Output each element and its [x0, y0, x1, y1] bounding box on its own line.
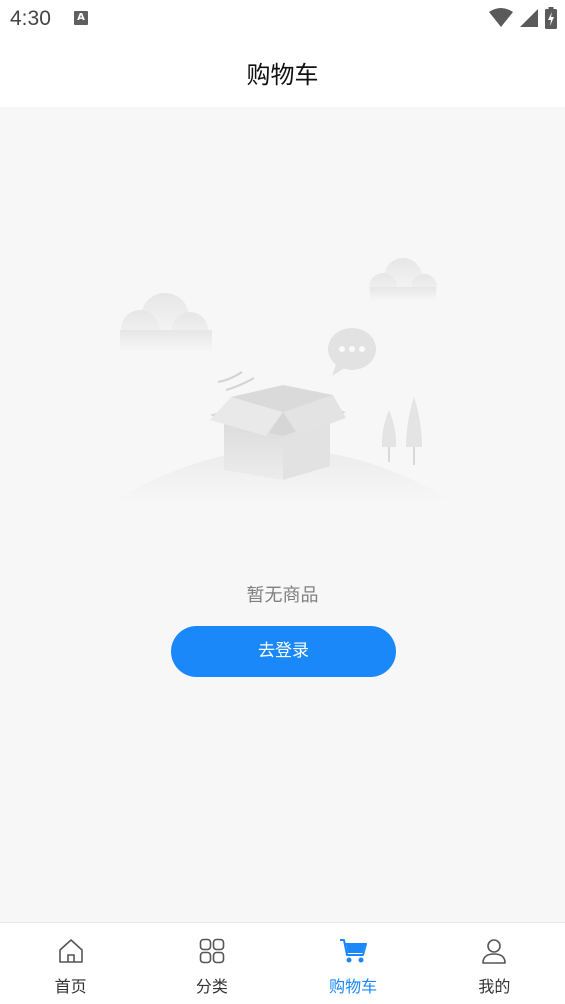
tab-profile[interactable]: 我的	[424, 923, 565, 1004]
chat-bubble	[328, 328, 376, 376]
user-icon	[482, 939, 507, 964]
battery-charging-icon	[545, 7, 557, 29]
page-title: 购物车	[246, 61, 319, 89]
status-bar: 4:30 A	[0, 0, 565, 38]
status-time: 4:30	[10, 7, 51, 30]
tab-category-label: 分类	[195, 977, 228, 996]
bottom-tab-bar: 首页 分类 购物车 我的	[0, 922, 565, 1004]
tab-home-label: 首页	[54, 977, 87, 996]
empty-cart-illustration	[113, 258, 453, 502]
home-icon	[58, 939, 83, 963]
grid-icon	[199, 938, 225, 964]
empty-cart-message: 暂无商品	[246, 585, 319, 606]
notification-a-icon: A	[74, 11, 88, 25]
steam-lines	[217, 371, 255, 391]
tab-home[interactable]: 首页	[0, 923, 141, 1004]
tab-cart-label: 购物车	[329, 977, 378, 996]
cart-icon	[340, 939, 368, 963]
cart-content: 暂无商品 去登录	[0, 107, 565, 922]
cloud-left	[120, 293, 212, 352]
trees	[381, 397, 422, 465]
status-icons	[489, 7, 557, 29]
cloud-right	[369, 258, 437, 301]
tab-profile-label: 我的	[478, 977, 511, 996]
tab-cart[interactable]: 购物车	[283, 923, 424, 1004]
wifi-icon	[489, 8, 513, 27]
open-box	[210, 385, 346, 480]
tab-category[interactable]: 分类	[141, 923, 282, 1004]
cell-signal-icon	[520, 9, 538, 27]
login-button[interactable]: 去登录	[171, 626, 396, 677]
page-header: 购物车	[0, 38, 565, 107]
